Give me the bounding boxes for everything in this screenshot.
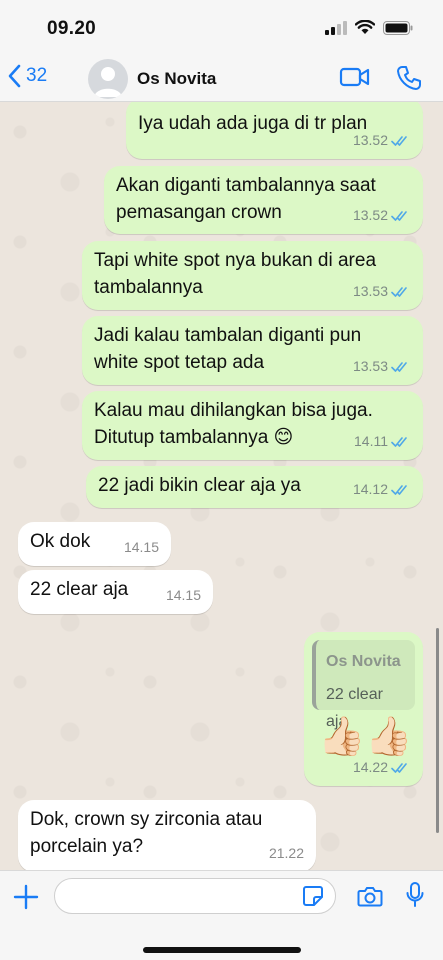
read-receipt-icon — [391, 484, 407, 495]
message-text: Dok, crown sy zirconia atau porcelain ya… — [30, 809, 263, 857]
message-meta: 21.22 — [269, 840, 304, 867]
microphone-icon[interactable] — [405, 881, 425, 909]
sticker-icon[interactable] — [302, 885, 324, 907]
unread-count: 32 — [26, 65, 48, 86]
message-outgoing[interactable]: Tapi white spot nya bukan di area tambal… — [82, 241, 423, 310]
read-receipt-icon — [391, 436, 407, 447]
scrollbar[interactable] — [436, 628, 439, 833]
message-outgoing[interactable]: Jadi kalau tambalan diganti pun white sp… — [82, 316, 423, 385]
message-meta: 14.15 — [166, 582, 201, 609]
message-meta: 14.15 — [124, 534, 159, 561]
read-receipt-icon — [391, 361, 407, 372]
camera-icon[interactable] — [357, 885, 383, 907]
person-icon — [94, 67, 122, 97]
message-time: 14.15 — [165, 587, 201, 603]
message-meta: 13.52 — [353, 127, 411, 154]
battery-icon — [383, 20, 413, 35]
wifi-icon — [355, 20, 375, 34]
message-outgoing-reply[interactable]: Os Novita 22 clear aja 👍🏻👍🏻 14.22 — [304, 632, 423, 786]
voice-call-button[interactable] — [396, 65, 422, 91]
avatar[interactable] — [88, 59, 128, 99]
message-incoming[interactable]: Dok, crown sy zirconia atau porcelain ya… — [18, 800, 316, 870]
input-bar — [0, 870, 443, 960]
message-outgoing[interactable]: Kalau mau dihilangkan bisa juga. Ditutup… — [82, 391, 423, 460]
message-time: 13.53 — [352, 283, 388, 299]
home-indicator[interactable] — [143, 947, 301, 953]
message-time: 13.52 — [352, 207, 388, 223]
message-input[interactable] — [54, 878, 336, 914]
signal-icon — [325, 20, 347, 35]
message-meta: 14.11 — [354, 428, 411, 455]
message-outgoing[interactable]: 22 jadi bikin clear aja ya 14.12 — [86, 466, 423, 508]
message-outgoing[interactable]: Akan diganti tambalannya saat pemasangan… — [104, 166, 423, 234]
read-receipt-icon — [391, 286, 407, 297]
chat-header: 32 Os Novita — [0, 56, 443, 102]
message-meta: 14.22 — [353, 754, 411, 781]
status-bar: 09.20 — [0, 0, 443, 56]
chat-area[interactable]: Iya udah ada juga di tr plan 13.52 Akan … — [0, 102, 443, 870]
message-meta: 13.52 — [353, 202, 411, 229]
message-time: 13.53 — [352, 358, 388, 374]
message-time: 14.11 — [354, 433, 388, 449]
status-icons — [325, 20, 413, 35]
message-meta: 14.12 — [353, 476, 411, 503]
message-time: 21.22 — [268, 845, 304, 861]
plus-icon[interactable] — [13, 884, 39, 910]
message-time: 13.52 — [352, 132, 388, 148]
message-incoming[interactable]: 22 clear aja 14.15 — [18, 570, 213, 614]
quoted-sender: Os Novita — [326, 653, 401, 670]
message-time: 14.12 — [352, 481, 388, 497]
message-outgoing[interactable]: Iya udah ada juga di tr plan 13.52 — [126, 102, 423, 159]
message-meta: 13.53 — [353, 278, 411, 305]
status-time: 09.20 — [47, 18, 97, 39]
read-receipt-icon — [391, 135, 407, 146]
contact-name[interactable]: Os Novita — [137, 69, 216, 89]
read-receipt-icon — [391, 762, 407, 773]
message-incoming[interactable]: Ok dok 14.15 — [18, 522, 171, 566]
message-meta: 13.53 — [353, 353, 411, 380]
read-receipt-icon — [391, 210, 407, 221]
back-button[interactable]: 32 — [8, 64, 47, 88]
message-time: 14.15 — [123, 539, 159, 555]
video-call-button[interactable] — [339, 65, 371, 89]
message-time: 14.22 — [352, 759, 388, 775]
chevron-left-icon — [8, 64, 21, 88]
quoted-message[interactable]: Os Novita 22 clear aja — [312, 640, 415, 730]
